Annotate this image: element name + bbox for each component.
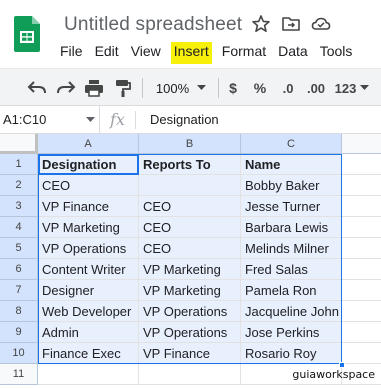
print-icon[interactable] bbox=[83, 78, 105, 98]
menu-insert[interactable]: Insert bbox=[170, 42, 212, 64]
column-header-a[interactable]: A bbox=[38, 134, 139, 154]
row-header[interactable]: 7 bbox=[0, 280, 38, 301]
chevron-down-icon bbox=[197, 85, 207, 90]
menu-tools[interactable]: Tools bbox=[315, 42, 358, 64]
column-header-b[interactable]: B bbox=[139, 134, 241, 154]
grid-cell[interactable]: VP Finance bbox=[139, 343, 241, 364]
grid-cell[interactable] bbox=[342, 175, 381, 196]
row-header[interactable]: 3 bbox=[0, 196, 38, 217]
chevron-down-icon bbox=[360, 85, 370, 90]
grid-cell[interactable] bbox=[342, 280, 381, 301]
grid-cell[interactable]: Jesse Turner bbox=[241, 196, 342, 217]
grid-cell[interactable]: Rosario Roy bbox=[241, 343, 342, 364]
move-folder-icon[interactable] bbox=[281, 14, 301, 34]
select-all-corner[interactable] bbox=[0, 134, 38, 154]
chevron-down-icon[interactable] bbox=[86, 117, 95, 123]
more-formats-label: 123 bbox=[334, 80, 357, 96]
grid-cell[interactable]: Jacqueline John bbox=[241, 301, 342, 322]
menu-data[interactable]: Data bbox=[273, 42, 313, 64]
grid-cell[interactable]: Pamela Ron bbox=[241, 280, 342, 301]
grid-cell[interactable] bbox=[342, 301, 381, 322]
zoom-select[interactable]: 100% bbox=[150, 78, 212, 98]
grid-cell[interactable] bbox=[342, 343, 381, 364]
row-header[interactable]: 4 bbox=[0, 217, 38, 238]
increase-decimal-button[interactable]: .00 bbox=[303, 78, 329, 98]
grid-cell[interactable] bbox=[38, 364, 139, 385]
grid-cell[interactable]: CEO bbox=[139, 238, 241, 259]
formula-divider bbox=[135, 111, 136, 129]
more-formats-select[interactable]: 123 bbox=[332, 78, 372, 98]
row-header[interactable]: 11 bbox=[0, 364, 38, 385]
grid-cell[interactable]: VP Marketing bbox=[139, 259, 241, 280]
toolbar: 100% $ % .0 .00 123 bbox=[0, 68, 381, 106]
grid-cell[interactable]: Bobby Baker bbox=[241, 175, 342, 196]
row-header[interactable]: 10 bbox=[0, 343, 38, 364]
grid-cell[interactable]: VP Finance bbox=[38, 196, 139, 217]
menu-file[interactable]: File bbox=[55, 42, 88, 64]
undo-icon[interactable] bbox=[26, 78, 48, 98]
grid-cell[interactable]: CEO bbox=[38, 175, 139, 196]
grid-cell[interactable] bbox=[342, 217, 381, 238]
percent-format-button[interactable]: % bbox=[251, 78, 269, 98]
grid-cell[interactable]: Admin bbox=[38, 322, 139, 343]
grid-cell[interactable]: VP Operations bbox=[139, 301, 241, 322]
menu-edit[interactable]: Edit bbox=[90, 42, 124, 64]
redo-icon[interactable] bbox=[55, 78, 77, 98]
row-header[interactable]: 1 bbox=[0, 154, 38, 175]
grid-cell[interactable]: Finance Exec bbox=[38, 343, 139, 364]
grid-cell[interactable]: VP Marketing bbox=[38, 217, 139, 238]
grid-cell[interactable]: Jose Perkins bbox=[241, 322, 342, 343]
grid-cell[interactable]: Melinds Milner bbox=[241, 238, 342, 259]
grid-cell[interactable]: Name bbox=[241, 154, 342, 175]
sheets-logo-icon[interactable] bbox=[14, 16, 40, 52]
column-header-d[interactable] bbox=[342, 134, 381, 154]
grid-cell[interactable]: VP Marketing bbox=[139, 280, 241, 301]
row-header[interactable]: 9 bbox=[0, 322, 38, 343]
paint-format-icon[interactable] bbox=[112, 78, 134, 98]
fx-icon: fx bbox=[110, 110, 125, 129]
column-header-c[interactable]: C bbox=[241, 134, 342, 154]
app-header: Untitled spreadsheet File Edit View Inse… bbox=[0, 0, 381, 68]
grid-cell[interactable]: VP Operations bbox=[38, 238, 139, 259]
grid-cell[interactable] bbox=[342, 196, 381, 217]
menu-bar: File Edit View Insert Format Data Tools bbox=[55, 42, 359, 64]
grid-cell[interactable] bbox=[139, 175, 241, 196]
grid-cell[interactable] bbox=[342, 322, 381, 343]
grid-cell[interactable] bbox=[139, 364, 241, 385]
document-title[interactable]: Untitled spreadsheet bbox=[64, 14, 242, 36]
grid-cell[interactable]: CEO bbox=[139, 196, 241, 217]
row-header[interactable]: 6 bbox=[0, 259, 38, 280]
currency-format-button[interactable]: $ bbox=[224, 78, 242, 98]
row-header[interactable]: 2 bbox=[0, 175, 38, 196]
grid-cell[interactable]: VP Operations bbox=[139, 322, 241, 343]
grid-cell[interactable] bbox=[342, 259, 381, 280]
grid-cell[interactable]: CEO bbox=[139, 217, 241, 238]
grid-cell[interactable]: Designation bbox=[38, 154, 139, 175]
row-header[interactable]: 5 bbox=[0, 238, 38, 259]
grid-cell[interactable]: Designer bbox=[38, 280, 139, 301]
toolbar-divider bbox=[142, 78, 143, 98]
grid-cell[interactable]: Content Writer bbox=[38, 259, 139, 280]
cloud-status-icon[interactable] bbox=[311, 14, 331, 34]
grid-cell[interactable] bbox=[342, 154, 381, 175]
grid-cell[interactable]: Web Developer bbox=[38, 301, 139, 322]
watermark: guiaworkspace bbox=[292, 368, 375, 381]
menu-view[interactable]: View bbox=[126, 42, 166, 64]
row-header[interactable]: 8 bbox=[0, 301, 38, 322]
name-box[interactable]: A1:C10 bbox=[0, 106, 100, 133]
grid-cell[interactable] bbox=[342, 238, 381, 259]
grid-cell[interactable]: Fred Salas bbox=[241, 259, 342, 280]
grid-cell[interactable]: Barbara Lewis bbox=[241, 217, 342, 238]
zoom-value: 100% bbox=[155, 80, 190, 96]
toolbar-divider bbox=[218, 78, 219, 98]
formula-bar: A1:C10 fx Designation bbox=[0, 106, 381, 134]
formula-input[interactable]: Designation bbox=[150, 106, 219, 133]
grid-cell[interactable]: Reports To bbox=[139, 154, 241, 175]
menu-format[interactable]: Format bbox=[217, 42, 271, 64]
decrease-decimal-button[interactable]: .0 bbox=[278, 78, 298, 98]
star-icon[interactable] bbox=[251, 14, 271, 34]
